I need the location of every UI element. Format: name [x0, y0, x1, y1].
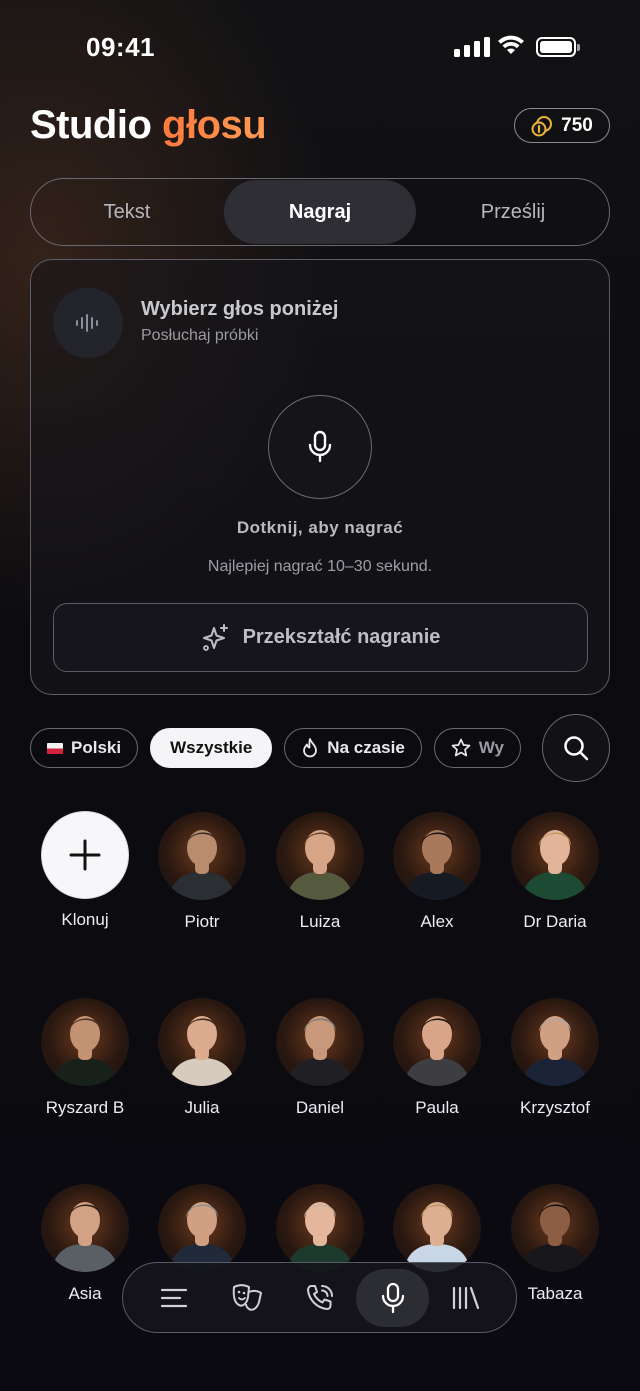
avatar	[511, 998, 599, 1086]
avatar	[276, 1184, 364, 1272]
wifi-icon	[498, 35, 524, 54]
microphone-icon	[308, 430, 332, 463]
nav-menu[interactable]	[137, 1269, 210, 1327]
nav-characters[interactable]	[210, 1269, 283, 1327]
status-time: 09:41	[86, 32, 155, 62]
voice-card[interactable]: Ryszard B	[26, 998, 144, 1118]
record-card: Wybierz głos poniżej Posłuchaj próbki Do…	[30, 259, 610, 695]
voice-name: Piotr	[184, 912, 220, 931]
coins-icon	[531, 115, 553, 136]
library-icon	[452, 1286, 479, 1309]
voice-card[interactable]: Dr Daria	[496, 812, 614, 932]
sparkles-icon	[202, 623, 228, 651]
star-icon	[451, 738, 471, 757]
avatar	[393, 998, 481, 1086]
tab-przeslij[interactable]: Prześlij	[417, 179, 609, 245]
tap-to-record-label: Dotknij, aby nagrać	[236, 518, 404, 537]
menu-lines-icon	[160, 1288, 187, 1307]
microphone-icon	[381, 1282, 404, 1313]
waveform-icon	[76, 314, 98, 332]
avatar	[158, 1184, 246, 1272]
cellular-signal-icon	[454, 37, 490, 57]
battery-icon	[536, 37, 580, 57]
chip-na-czasie[interactable]: Na czasie	[284, 728, 422, 768]
voice-name: Dr Daria	[523, 912, 587, 931]
avatar	[41, 1184, 129, 1272]
bottom-nav	[122, 1262, 517, 1333]
record-hint: Najlepiej nagrać 10–30 sekund.	[207, 558, 433, 575]
chip-wszystkie[interactable]: Wszystkie	[150, 728, 273, 768]
avatar	[158, 812, 246, 900]
phone-call-icon	[306, 1284, 333, 1310]
pick-voice-subtitle: Posłuchaj próbki	[141, 327, 259, 344]
nav-library[interactable]	[429, 1269, 502, 1327]
avatar	[276, 812, 364, 900]
avatar	[511, 1184, 599, 1272]
voice-card[interactable]: Paula	[378, 998, 496, 1118]
voice-card[interactable]: Krzysztof	[496, 998, 614, 1118]
avatar	[276, 998, 364, 1086]
voice-name: Ryszard B	[45, 1098, 125, 1117]
poland-flag-icon	[47, 742, 63, 754]
theater-masks-icon	[232, 1283, 262, 1311]
search-button[interactable]	[542, 714, 610, 782]
voice-card[interactable]: Daniel	[261, 998, 379, 1118]
tab-tekst[interactable]: Tekst	[31, 179, 223, 245]
voice-name: Daniel	[295, 1098, 345, 1117]
transform-recording-button[interactable]: Przekształć nagranie	[53, 603, 588, 672]
filter-chips: Polski Wszystkie Na czasie Wy	[30, 728, 546, 768]
voice-card[interactable]	[261, 1184, 379, 1272]
voice-name: Klonuj	[61, 910, 109, 929]
chip-wyroznione[interactable]: Wy	[433, 728, 521, 768]
nav-record[interactable]	[356, 1268, 429, 1327]
transform-label: Przekształć nagranie	[242, 626, 441, 648]
voice-card[interactable]: Alex	[378, 812, 496, 932]
pick-voice-title: Wybierz głos poniżej	[141, 298, 339, 320]
nav-calls[interactable]	[283, 1269, 356, 1327]
voice-card[interactable]: Piotr	[143, 812, 261, 932]
avatar	[511, 812, 599, 900]
page-title: Studio głosu	[30, 103, 267, 147]
voice-card[interactable]: Julia	[143, 998, 261, 1118]
voice-name: Julia	[184, 1098, 220, 1117]
avatar	[41, 998, 129, 1086]
clone-voice-button[interactable]: Klonuj	[26, 812, 144, 930]
tab-nagraj[interactable]: Nagraj	[224, 180, 416, 244]
voice-name: Luiza	[299, 912, 341, 931]
mode-tabs: Tekst Nagraj Prześlij	[30, 178, 610, 246]
credits-count: 750	[561, 114, 593, 136]
voice-card[interactable]: Luiza	[261, 812, 379, 932]
status-bar: 09:41	[0, 0, 640, 92]
plus-icon	[42, 812, 128, 898]
avatar	[393, 1184, 481, 1272]
flame-icon	[303, 738, 318, 758]
voice-preview-button[interactable]	[53, 288, 123, 358]
record-button[interactable]	[268, 395, 372, 499]
voice-name: Alex	[420, 912, 454, 931]
voice-name: Krzysztof	[520, 1098, 590, 1117]
avatar	[393, 812, 481, 900]
voice-card[interactable]	[143, 1184, 261, 1272]
voice-card[interactable]	[378, 1184, 496, 1272]
chip-polski[interactable]: Polski	[30, 728, 139, 768]
search-icon	[564, 736, 589, 761]
voice-name: Paula	[415, 1098, 459, 1117]
credits-badge[interactable]: 750	[514, 108, 610, 143]
avatar	[158, 998, 246, 1086]
